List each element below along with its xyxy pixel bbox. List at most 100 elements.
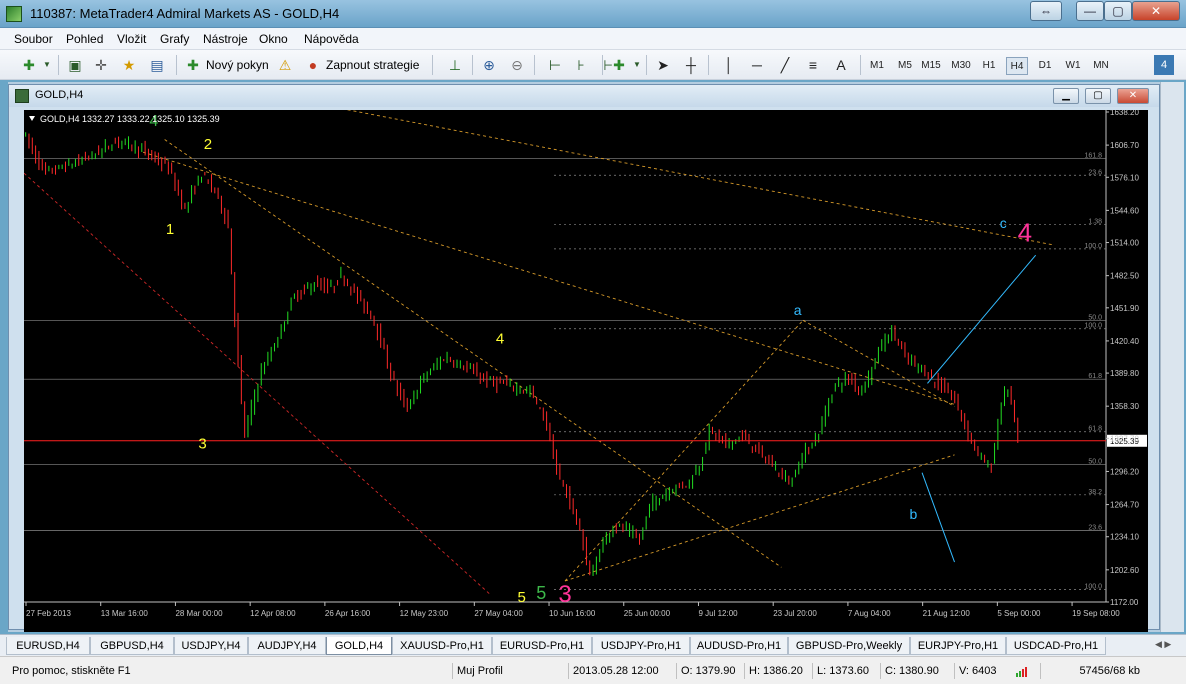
timeframe-h1[interactable]: H1 (978, 57, 1000, 75)
channel-icon[interactable]: ≡ (804, 56, 822, 74)
autotrading-icon[interactable]: ● (304, 56, 322, 74)
new-order-button[interactable]: Nový pokyn (206, 54, 269, 76)
trendline-icon[interactable]: ╱ (776, 56, 794, 74)
time-tick-label: 23 Jul 20:00 (773, 609, 817, 618)
menu-charts[interactable]: Grafy (160, 32, 189, 46)
connection-status-icon (1016, 667, 1027, 677)
side-scrollbar[interactable] (1160, 82, 1184, 632)
horizontal-line-icon[interactable]: ─ (748, 56, 766, 74)
new-order-icon[interactable]: ✚ (184, 56, 202, 74)
text-tool-button[interactable]: A (832, 56, 850, 74)
status-bar: Pro pomoc, stiskněte F1 Muj Profil 2013.… (0, 656, 1186, 684)
time-tick-label: 26 Apr 16:00 (325, 609, 371, 618)
close-button[interactable]: ✕ (1132, 1, 1180, 21)
tab-eurusd-h4[interactable]: EURUSD,H4 (6, 637, 90, 655)
fib-level-label: 100.0 (1084, 243, 1102, 250)
dropdown-arrow-icon[interactable]: ▼ (628, 56, 646, 74)
status-close: C: 1380.90 (880, 663, 950, 679)
time-tick-label: 25 Jun 00:00 (624, 609, 671, 618)
dropdown-arrow-icon[interactable]: ▼ (38, 56, 56, 74)
new-chart-icon[interactable]: ✚ (20, 56, 38, 74)
toolbar-separator (58, 55, 59, 75)
price-chart[interactable]: 161.8 23.6 1.38 100.0 50.0 100.0 61.8 61.8 50.0 3… (24, 110, 1148, 632)
toolbar: ✚ ▼ ▣ ✛ ★ ▤ ✚ Nový pokyn ⚠ ● Zapnout str… (0, 50, 1186, 80)
price-tick-label: 1451.90 (1110, 304, 1139, 313)
wave-label: 4 (496, 330, 504, 347)
notification-badge[interactable]: 4 (1154, 55, 1174, 75)
menu-insert[interactable]: Vložit (117, 32, 146, 46)
tab-gbpusd-h4[interactable]: GBPUSD,H4 (90, 637, 174, 655)
menu-tools[interactable]: Nástroje (203, 32, 248, 46)
minimize-button[interactable]: — (1076, 1, 1104, 21)
menu-window[interactable]: Okno (259, 32, 288, 46)
tab-scroll-arrows-icon[interactable]: ◀ ▶ (1155, 639, 1171, 650)
chart-window-titlebar: GOLD,H4 ▁ ▢ ✕ (9, 85, 1159, 107)
tab-gbpusd-pro-weekly[interactable]: GBPUSD-Pro,Weekly (788, 637, 910, 655)
tab-usdjpy-h4[interactable]: USDJPY,H4 (174, 637, 248, 655)
swap-button[interactable]: ⇔ (1030, 1, 1062, 21)
timeframe-m30[interactable]: M30 (950, 57, 972, 75)
price-tick-label: 1389.80 (1110, 369, 1139, 378)
zoom-in-icon[interactable]: ⊕ (480, 56, 498, 74)
vertical-line-icon[interactable]: │ (720, 56, 738, 74)
menu-bar: Soubor Pohled Vložit Grafy Nástroje Okno… (0, 28, 1186, 50)
timeframe-h4[interactable]: H4 (1006, 57, 1028, 75)
timeframe-m15[interactable]: M15 (920, 57, 942, 75)
chart-icon (15, 89, 29, 103)
warning-icon: ⚠ (278, 57, 292, 73)
fib-level-label: 100.0 (1084, 323, 1102, 330)
favorites-icon[interactable]: ★ (120, 56, 138, 74)
chart-close-button[interactable]: ✕ (1117, 88, 1149, 104)
tab-eurjpy-pro-h1[interactable]: EURJPY-Pro,H1 (910, 637, 1006, 655)
toolbar-separator (708, 55, 709, 75)
menu-file[interactable]: Soubor (14, 32, 53, 46)
auto-scroll-icon[interactable]: ⊦ (572, 56, 590, 74)
fib-level-label: 38.2 (1088, 489, 1102, 496)
tab-usdjpy-pro-h1[interactable]: USDJPY-Pro,H1 (592, 637, 690, 655)
status-help: Pro pomoc, stiskněte F1 (12, 665, 131, 677)
tab-audjpy-h4[interactable]: AUDJPY,H4 (248, 637, 326, 655)
cursor-icon[interactable]: ➤ (654, 56, 672, 74)
status-high: H: 1386.20 (744, 663, 808, 679)
autotrading-button[interactable]: Zapnout strategie (326, 54, 419, 76)
fib-level-label: 50.0 (1088, 458, 1102, 465)
fib-level-label: 1.38 (1088, 219, 1102, 226)
wave-label: b (910, 506, 918, 522)
time-tick-label: 21 Aug 12:00 (923, 609, 971, 618)
tab-xauusd-pro-h1[interactable]: XAUUSD-Pro,H1 (392, 637, 492, 655)
maximize-button[interactable]: ▢ (1104, 1, 1132, 21)
timeframe-d1[interactable]: D1 (1034, 57, 1056, 75)
bar-chart-icon[interactable]: ⊥ (446, 56, 464, 74)
timeframe-mn[interactable]: MN (1090, 57, 1112, 75)
tab-usdcad-pro-h1[interactable]: USDCAD-Pro,H1 (1006, 637, 1106, 655)
timeframe-m1[interactable]: M1 (866, 57, 888, 75)
crosshair-icon[interactable]: ┼ (682, 56, 700, 74)
menu-view[interactable]: Pohled (66, 32, 103, 46)
tab-audusd-pro-h1[interactable]: AUDUSD-Pro,H1 (690, 637, 788, 655)
time-tick-label: 28 Mar 00:00 (175, 609, 223, 618)
time-tick-label: 5 Sep 00:00 (997, 609, 1041, 618)
status-profile[interactable]: Muj Profil (452, 663, 562, 679)
time-tick-label: 27 Feb 2013 (26, 609, 71, 618)
time-tick-label: 9 Jul 12:00 (698, 609, 738, 618)
timeframe-m5[interactable]: M5 (894, 57, 916, 75)
timeframe-w1[interactable]: W1 (1062, 57, 1084, 75)
price-tick-label: 1172.00 (1110, 598, 1139, 607)
tab-eurusd-pro-h1[interactable]: EURUSD-Pro,H1 (492, 637, 592, 655)
chart-maximize-button[interactable]: ▢ (1085, 88, 1111, 104)
chart-minimize-button[interactable]: ▁ (1053, 88, 1079, 104)
terminal-icon[interactable]: ▤ (148, 56, 166, 74)
title-bar: 110387: MetaTrader4 Admiral Markets AS -… (0, 0, 1186, 28)
zoom-out-icon[interactable]: ⊖ (508, 56, 526, 74)
price-tick-label: 1576.10 (1110, 173, 1139, 182)
chart-window-title: GOLD,H4 (35, 89, 84, 101)
chart-shift-icon[interactable]: ⊢ (546, 56, 564, 74)
market-watch-icon[interactable]: ▣ (66, 56, 84, 74)
toolbar-separator (860, 55, 861, 75)
app-icon (6, 6, 22, 22)
menu-help[interactable]: Nápověda (304, 32, 359, 46)
indicators-icon[interactable]: ✚ (610, 56, 628, 74)
price-tick-label: 1514.00 (1110, 239, 1139, 248)
tab-gold-h4[interactable]: GOLD,H4 (326, 637, 392, 655)
navigator-icon[interactable]: ✛ (92, 56, 110, 74)
